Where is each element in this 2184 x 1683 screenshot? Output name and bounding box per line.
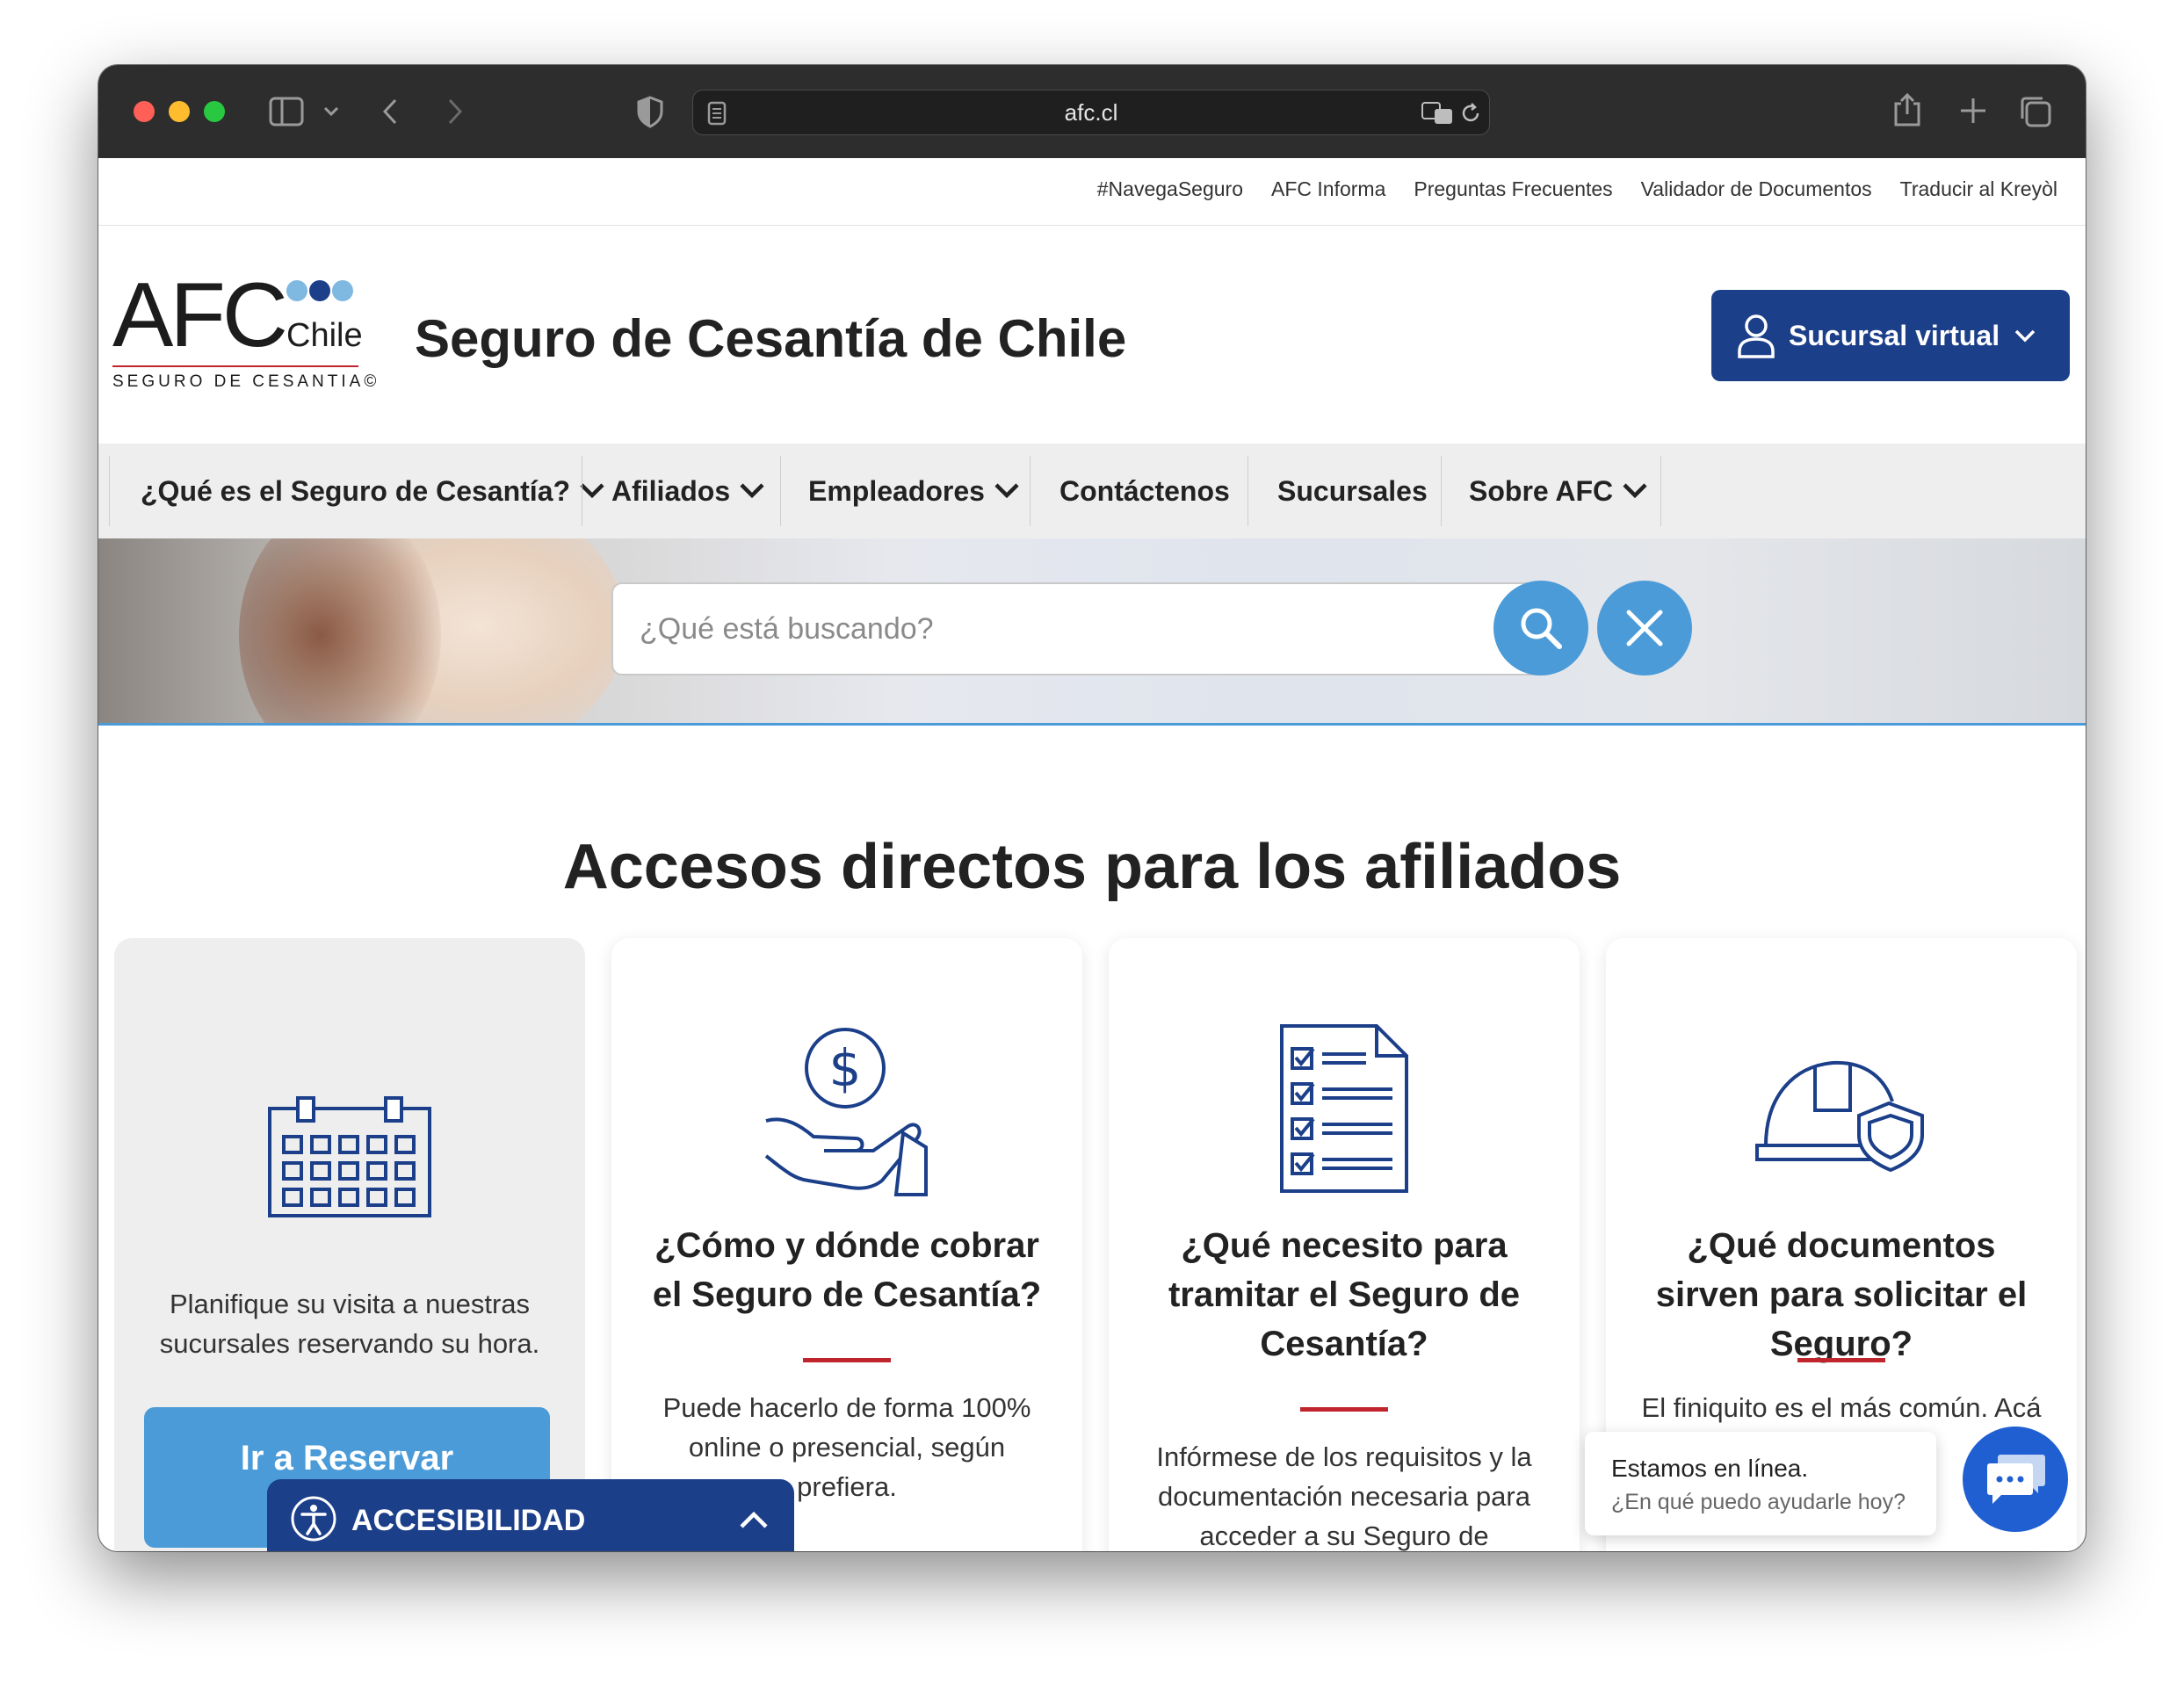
search-icon [1521,608,1562,649]
nav-label: Contáctenos [1059,474,1230,507]
reload-icon[interactable] [1459,102,1482,125]
accessibility-label: ACCESIBILIDAD [351,1504,586,1537]
chevron-down-icon [1623,483,1647,499]
section-title: Accesos directos para los afiliados [562,832,1622,902]
url-text: afc.cl [1064,99,1118,126]
logo-dots [286,280,355,306]
minimize-window-button[interactable] [169,101,190,122]
user-icon [1738,314,1775,358]
maximize-window-button[interactable] [204,101,225,122]
site-title: Seguro de Cesantía de Chile [415,309,1127,368]
card-divider [803,1358,891,1362]
nav-item-sucursales[interactable]: Sucursales [1277,444,1428,538]
card-body: El finiquito es el más común. Acá [1641,1392,2042,1423]
link-traducir-kreyol[interactable]: Traducir al Kreyòl [1900,177,2057,201]
card-que-necesito[interactable]: ¿Qué necesito para tramitar el Seguro de… [1109,938,1580,1551]
money-hand-icon: $ [764,1028,928,1196]
card-body: Infórmese de los requisitos y la documen… [1156,1441,1532,1551]
link-navega-seguro[interactable]: #NavegaSeguro [1097,177,1243,201]
nav-label: ¿Qué es el Seguro de Cesantía? [141,474,571,507]
ir-a-reservar-label: Ir a Reservar [240,1439,454,1477]
nav-separator [109,456,110,526]
nav-item-empleadores[interactable]: Empleadores [808,444,1020,538]
close-window-button[interactable] [134,101,155,122]
logo-chile-text: Chile [286,317,363,354]
chevron-down-icon [2014,329,2036,343]
chevron-down-icon [994,483,1019,499]
card-title: ¿Qué documentos sirven para solicitar el… [1655,1226,2028,1363]
chevron-down-icon [580,483,604,499]
nav-label: Empleadores [808,474,985,507]
card-reservar: Planifique su visita a nuestras sucursal… [114,938,585,1551]
nav-separator [1441,456,1442,526]
checklist-document-icon [1280,1024,1408,1193]
hero-banner: ¿Qué está buscando? [98,538,2086,726]
sucursal-virtual-label: Sucursal virtual [1789,320,2000,351]
share-icon[interactable] [1892,91,1922,128]
new-tab-icon[interactable] [1959,97,1987,125]
nav-separator [1660,456,1661,526]
nav-item-afiliados[interactable]: Afiliados [611,444,765,538]
card-title: ¿Qué necesito para tramitar el Seguro de… [1168,1226,1521,1363]
main-nav: ¿Qué es el Seguro de Cesantía? Afiliados… [98,444,2086,538]
link-afc-informa[interactable]: AFC Informa [1271,177,1385,201]
privacy-shield-icon[interactable] [636,95,664,128]
card-como-cobrar[interactable]: $ ¿Cómo y dónde cobrar el Seguro de Cesa… [611,938,1082,1551]
calendar-icon [268,1096,431,1217]
chevron-down-icon [740,483,764,499]
sucursal-virtual-button[interactable]: Sucursal virtual [1711,290,2070,381]
browser-titlebar: afc.cl [98,65,2086,158]
clear-search-button[interactable] [1597,581,1692,675]
logo-afc-text: AFC [112,264,288,366]
search-button[interactable] [1493,581,1588,675]
close-icon [1626,610,1663,646]
chat-greeting-bubble[interactable]: Estamos en línea. ¿En qué puedo ayudarle… [1585,1432,1936,1535]
search-input[interactable]: ¿Qué está buscando? [611,582,1548,675]
utility-bar: #NavegaSeguro AFC Informa Preguntas Frec… [98,158,2086,226]
sidebar-toggle-icon[interactable] [269,97,304,126]
card-body: Planifique su visita a nuestras sucursal… [159,1289,540,1359]
search-placeholder: ¿Qué está buscando? [640,612,934,646]
forward-arrow-icon[interactable] [446,97,464,126]
nav-separator [1247,456,1248,526]
link-validador-documentos[interactable]: Validador de Documentos [1641,177,1872,201]
address-bar[interactable]: afc.cl [692,90,1490,135]
accessibility-icon [291,1496,336,1542]
logo-underline [112,365,358,367]
chat-button[interactable] [1963,1427,2068,1532]
back-arrow-icon[interactable] [381,97,399,126]
chat-icon [1987,1455,2045,1504]
link-preguntas-frecuentes[interactable]: Preguntas Frecuentes [1414,177,1612,201]
site-header: AFC Chile SEGURO DE CESANTIA© Seguro de … [98,226,2086,444]
tab-overview-icon[interactable] [2019,95,2052,128]
chat-line-1: Estamos en línea. [1611,1455,1809,1482]
chevron-up-icon [740,1511,768,1528]
chat-line-2: ¿En qué puedo ayudarle hoy? [1611,1490,1906,1514]
nav-label: Sucursales [1277,474,1428,507]
browser-window: afc.cl #NavegaSeguro AFC Informa Pregunt… [98,65,2086,1551]
nav-item-contactenos[interactable]: Contáctenos [1059,444,1230,538]
hero-photo-detail [239,538,441,723]
card-divider [1797,1358,1885,1362]
nav-separator [780,456,781,526]
svg-text:$: $ [829,1038,862,1098]
nav-separator [1030,456,1031,526]
logo-subtitle: SEGURO DE CESANTIA© [112,372,380,391]
translate-icon[interactable] [1421,101,1454,126]
nav-label: Sobre AFC [1469,474,1614,507]
nav-item-que-es[interactable]: ¿Qué es el Seguro de Cesantía? [141,444,605,538]
chevron-down-icon[interactable] [323,105,339,118]
nav-item-sobre-afc[interactable]: Sobre AFC [1469,444,1648,538]
card-divider [1300,1407,1388,1412]
accessibility-bar[interactable]: ACCESIBILIDAD [267,1479,794,1551]
card-title: ¿Cómo y dónde cobrar el Seguro de Cesant… [652,1226,1042,1314]
nav-label: Afiliados [611,474,731,507]
helmet-shield-icon [1755,1060,1924,1173]
